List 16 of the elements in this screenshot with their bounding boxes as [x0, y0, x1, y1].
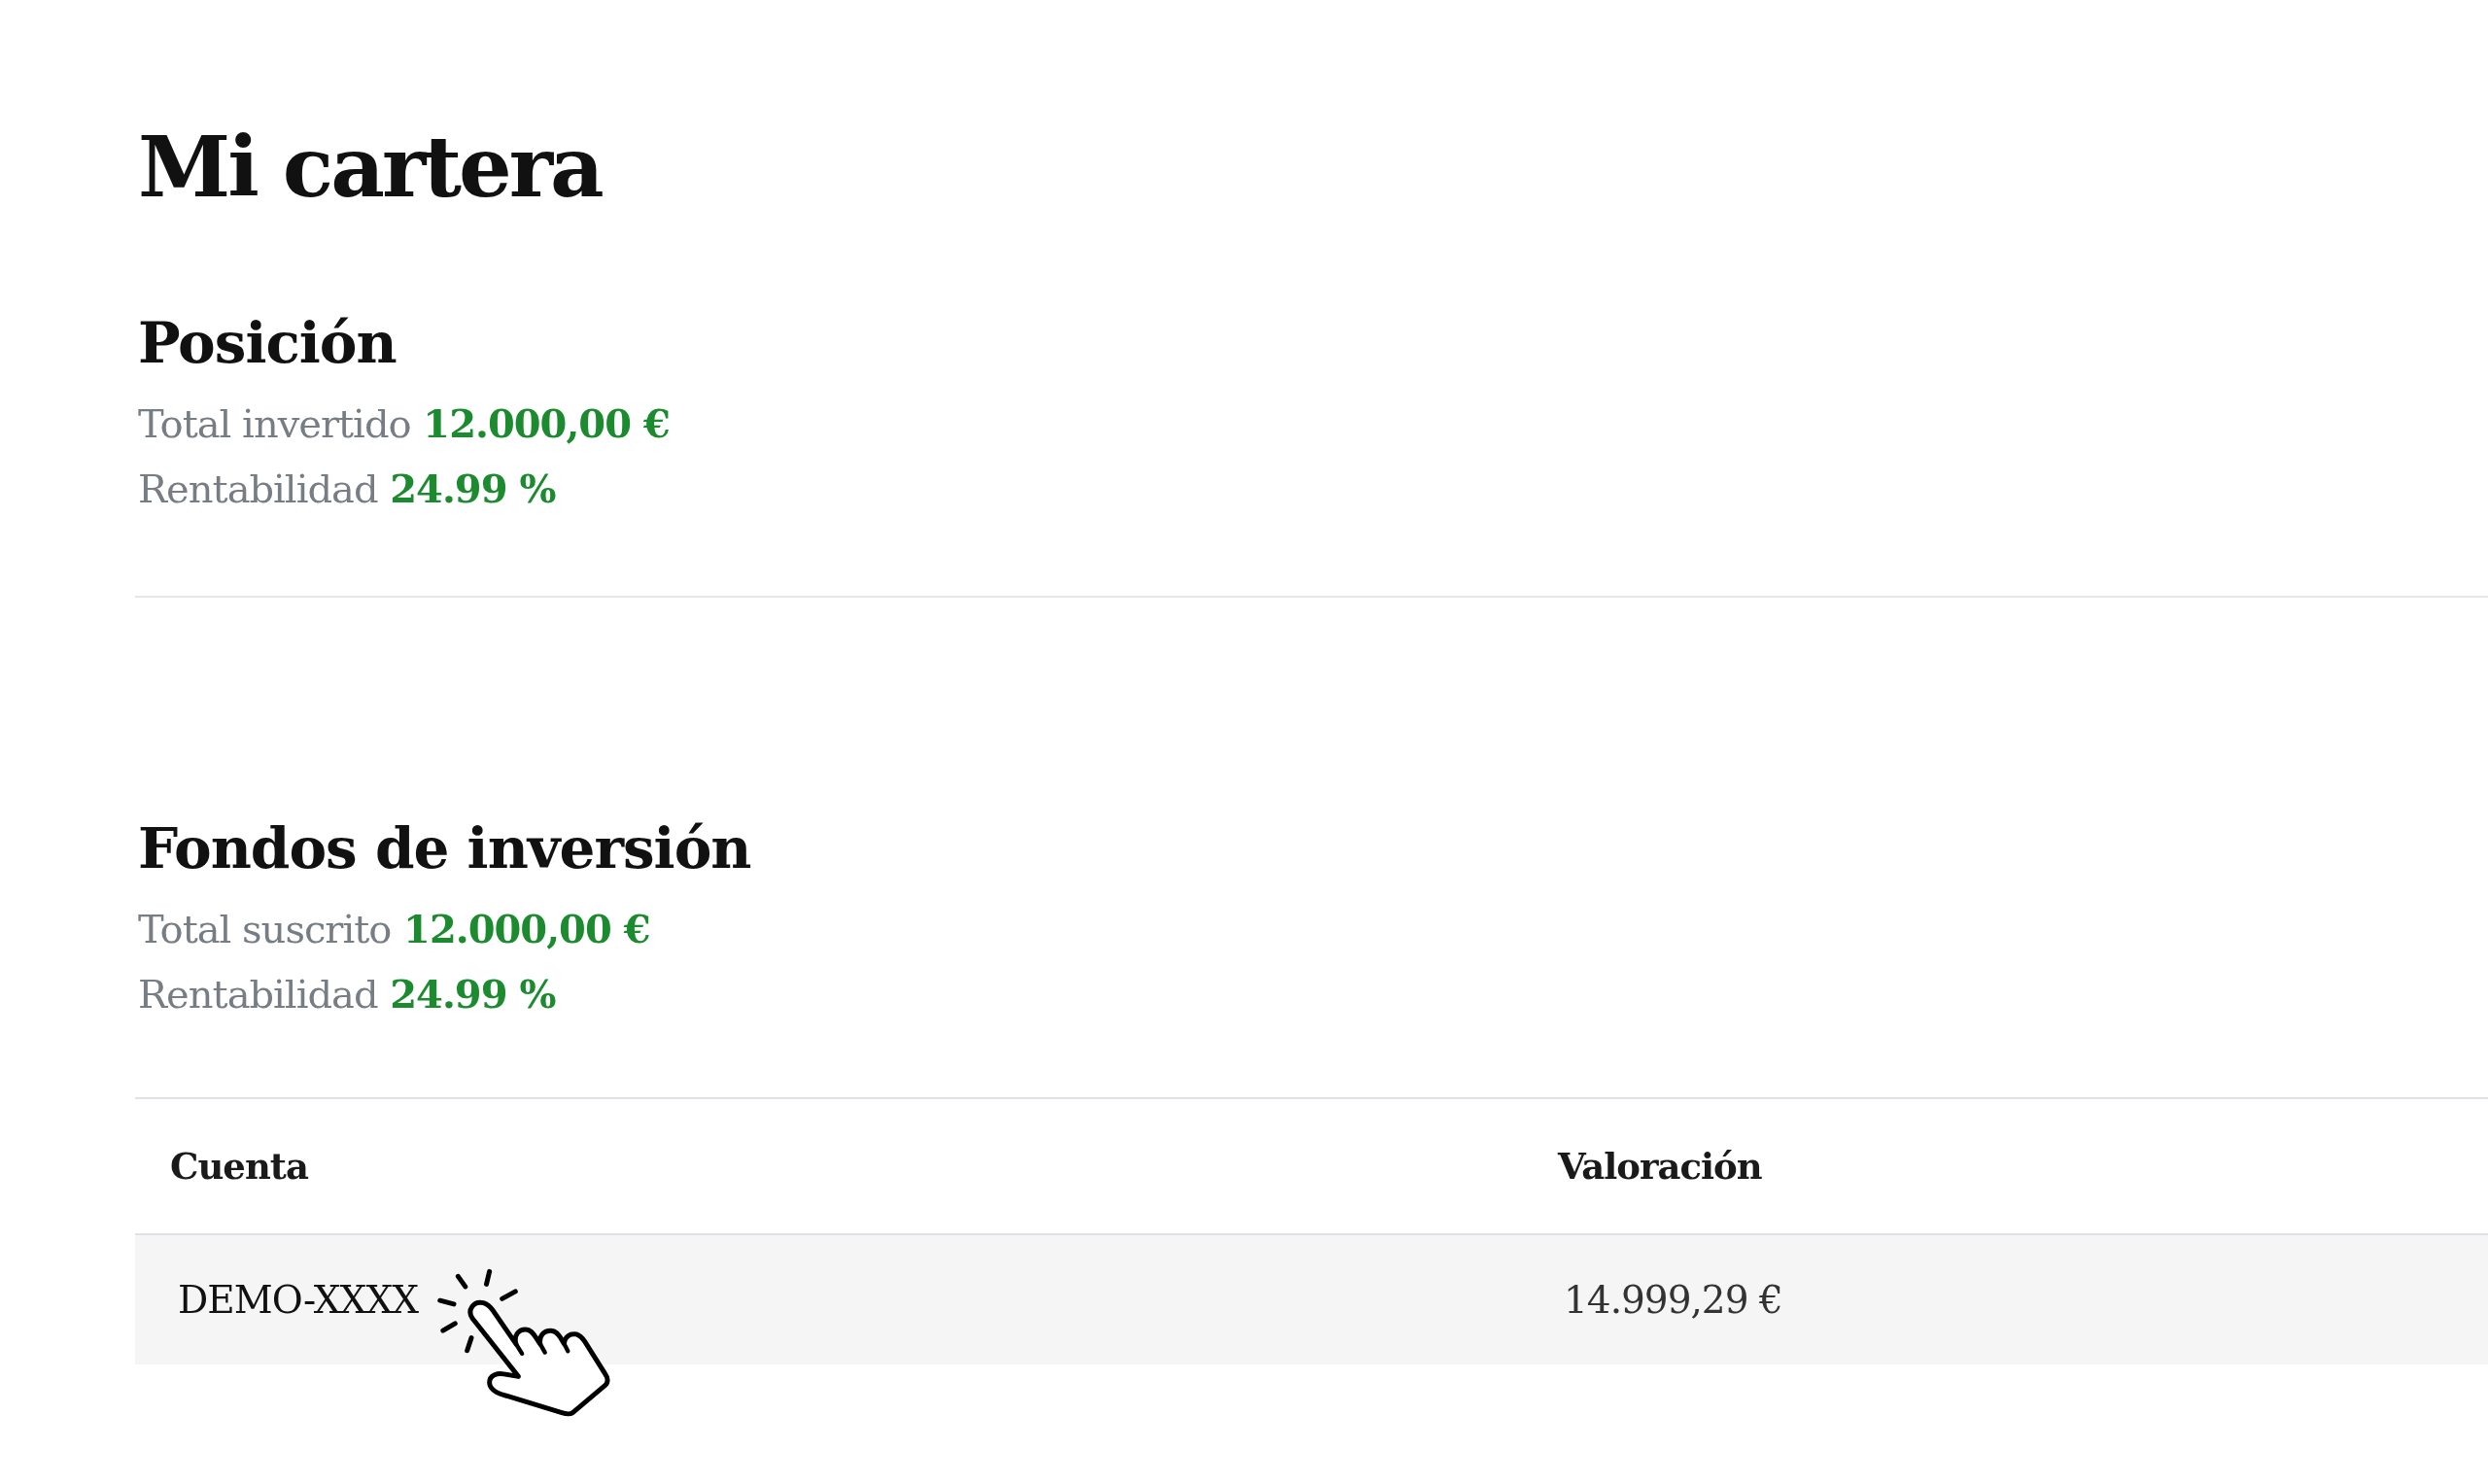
stat-value: 12.000,00 €: [423, 400, 670, 446]
account-name: DEMO-XXXX: [178, 1278, 418, 1322]
column-header: Valoración: [1558, 1145, 1762, 1188]
valuation-amount: 14.999,29 €: [1564, 1278, 1782, 1322]
stat-label: Rentabilidad: [138, 466, 378, 511]
section-heading: Fondos de inversión: [138, 820, 751, 877]
stat-label: Total suscrito: [138, 907, 392, 951]
section-heading: Posición: [138, 315, 397, 371]
page-title: Mi cartera: [138, 125, 602, 209]
stat-label: Rentabilidad: [138, 972, 378, 1017]
stat-value: 24.99 %: [390, 466, 556, 511]
stat-value: 24.99 %: [390, 971, 556, 1017]
column-header: Cuenta: [170, 1145, 308, 1188]
stat-value: 12.000,00 €: [403, 906, 650, 951]
pointing-hand-icon: [435, 1267, 611, 1417]
stat-label: Total invertido: [138, 401, 411, 446]
